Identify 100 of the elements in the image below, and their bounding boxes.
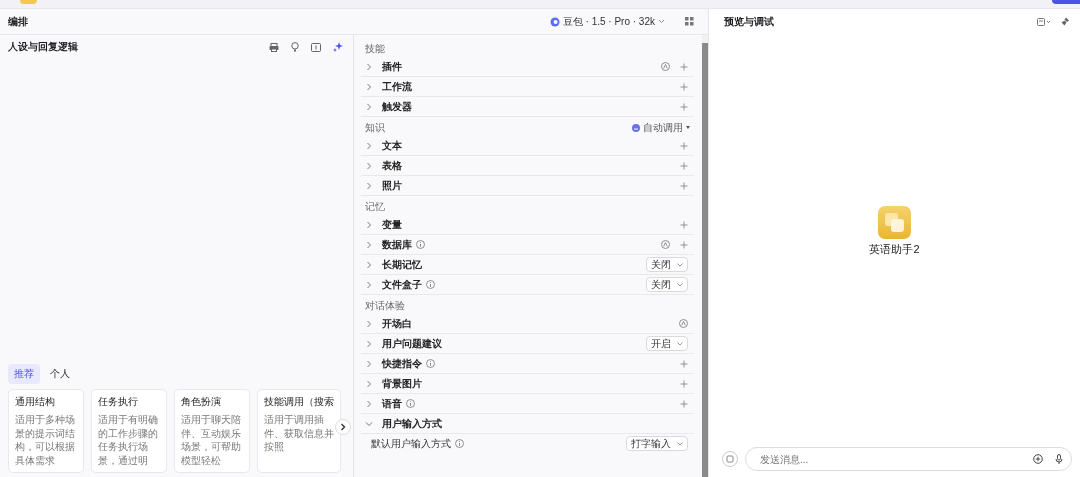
chevron-right-icon[interactable]: [365, 181, 373, 190]
scrollbar[interactable]: [702, 35, 708, 477]
row-label: 照片: [382, 178, 402, 193]
chevron-down-icon: [677, 262, 683, 267]
chevron-right-icon[interactable]: [365, 359, 373, 368]
plus-icon[interactable]: [680, 161, 688, 170]
dropdown-select[interactable]: 打字输入: [626, 436, 688, 451]
dropdown-select[interactable]: 关闭: [646, 277, 688, 292]
section-title: 对话体验: [365, 298, 405, 313]
row-label: 快捷指令: [382, 356, 422, 371]
card-description: 适用于聊天陪伴、互动娱乐场景，可帮助模型轻松: [181, 413, 242, 467]
chevron-right-icon[interactable]: [365, 339, 373, 348]
plus-icon[interactable]: [680, 102, 688, 111]
row-label: 插件: [382, 59, 402, 74]
plus-icon[interactable]: [680, 82, 688, 91]
card-description: 适用于多种场景的提示词结构，可以根据具体需求: [15, 413, 76, 467]
template-card[interactable]: 通用结构 适用于多种场景的提示词结构，可以根据具体需求: [8, 389, 84, 473]
auto-mode-icon[interactable]: [679, 319, 688, 328]
frame-icon[interactable]: [311, 42, 321, 52]
bot-avatar-icon: [878, 206, 911, 239]
plus-icon[interactable]: [680, 181, 688, 190]
grid-icon[interactable]: [685, 17, 694, 26]
card-description: 适用于有明确的工作步骤的任务执行场景，通过明: [98, 413, 159, 467]
chevron-right-icon[interactable]: [365, 379, 373, 388]
lightbulb-icon[interactable]: [291, 42, 299, 52]
info-icon[interactable]: [426, 280, 435, 289]
plus-icon[interactable]: [680, 399, 688, 408]
info-icon[interactable]: [455, 439, 464, 448]
row-label: 表格: [382, 158, 402, 173]
auto-mode-icon[interactable]: [661, 62, 670, 71]
chevron-down-icon: [677, 441, 683, 446]
row-label: 文件盒子: [382, 277, 422, 292]
caret-icon: [686, 126, 690, 129]
auto-call-button[interactable]: 自动调用: [632, 120, 690, 135]
dropdown-select[interactable]: 开启: [646, 336, 688, 351]
chevron-right-icon[interactable]: [365, 161, 373, 170]
chevron-right-icon[interactable]: [365, 260, 373, 269]
message-input[interactable]: 发送消息...: [758, 452, 1021, 466]
printer-icon[interactable]: [269, 42, 279, 52]
chevron-right-icon[interactable]: [365, 82, 373, 91]
section-title: 技能: [365, 41, 385, 56]
row-label: 背景图片: [382, 376, 422, 391]
row-label: 文本: [382, 138, 402, 153]
chevron-down-icon: [677, 282, 683, 287]
next-button[interactable]: [335, 419, 351, 435]
chevron-right-icon[interactable]: [365, 319, 373, 328]
template-card[interactable]: 任务执行 适用于有明确的工作步骤的任务执行场景，通过明: [91, 389, 167, 473]
bot-name: 英语助手2: [869, 242, 920, 257]
card-description: 适用于调用插件、获取信息并按照: [264, 413, 334, 454]
chevron-right-icon[interactable]: [365, 141, 373, 150]
card-title: 通用结构: [15, 395, 56, 409]
row-label: 用户问题建议: [382, 336, 442, 351]
chevron-right-icon: [340, 423, 346, 431]
chevron-down-icon: [677, 341, 683, 346]
auto-mode-icon[interactable]: [661, 240, 670, 249]
template-card[interactable]: 角色扮演 适用于聊天陪伴、互动娱乐场景，可帮助模型轻松: [174, 389, 250, 473]
plus-icon[interactable]: [680, 359, 688, 368]
row-label: 用户输入方式: [382, 416, 442, 431]
template-card[interactable]: 技能调用（搜索 适用于调用插件、获取信息并按照: [257, 389, 341, 473]
add-icon[interactable]: [1033, 454, 1043, 464]
row-label: 工作流: [382, 79, 412, 94]
chevron-right-icon[interactable]: [365, 280, 373, 289]
card-title: 角色扮演: [181, 395, 222, 409]
plus-icon[interactable]: [680, 62, 688, 71]
template-tab[interactable]: 推荐: [8, 364, 40, 384]
prompt-title: 人设与回复逻辑: [8, 40, 79, 54]
model-selector[interactable]: 豆包 · 1.5 · Pro · 32k: [545, 14, 669, 29]
dropdown-select[interactable]: 关闭: [646, 257, 688, 272]
clear-context-icon[interactable]: [722, 451, 738, 467]
chevron-down-icon: [658, 19, 665, 24]
row-label: 开场白: [382, 316, 412, 331]
card-title: 技能调用（搜索: [264, 395, 334, 409]
plus-icon[interactable]: [680, 220, 688, 229]
panel-title: 预览与调试: [724, 14, 774, 29]
info-icon[interactable]: [406, 399, 415, 408]
row-label: 语音: [382, 396, 402, 411]
row-label: 变量: [382, 217, 402, 232]
plus-icon[interactable]: [680, 141, 688, 150]
plus-icon[interactable]: [680, 379, 688, 388]
row-label: 触发器: [382, 99, 412, 114]
sparkle-icon[interactable]: [333, 42, 343, 52]
panel-title: 编排: [8, 14, 29, 29]
chevron-right-icon[interactable]: [365, 102, 373, 111]
row-label: 长期记忆: [382, 257, 422, 272]
chevron-right-icon[interactable]: [365, 62, 373, 71]
auto-icon: [632, 123, 640, 132]
section-title: 记忆: [365, 199, 385, 214]
chevron-right-icon[interactable]: [365, 240, 373, 249]
save-dropdown-icon[interactable]: [1037, 17, 1051, 26]
info-icon[interactable]: [426, 359, 435, 368]
section-title: 知识: [365, 120, 385, 135]
microphone-icon[interactable]: [1055, 454, 1063, 464]
template-tab[interactable]: 个人: [44, 364, 76, 384]
plus-icon[interactable]: [680, 240, 688, 249]
card-title: 任务执行: [98, 395, 139, 409]
info-icon[interactable]: [416, 240, 425, 249]
model-logo-icon: [549, 16, 560, 27]
chevron-right-icon[interactable]: [365, 399, 373, 408]
chevron-right-icon[interactable]: [365, 220, 373, 229]
chevron-down-icon[interactable]: [365, 419, 373, 428]
